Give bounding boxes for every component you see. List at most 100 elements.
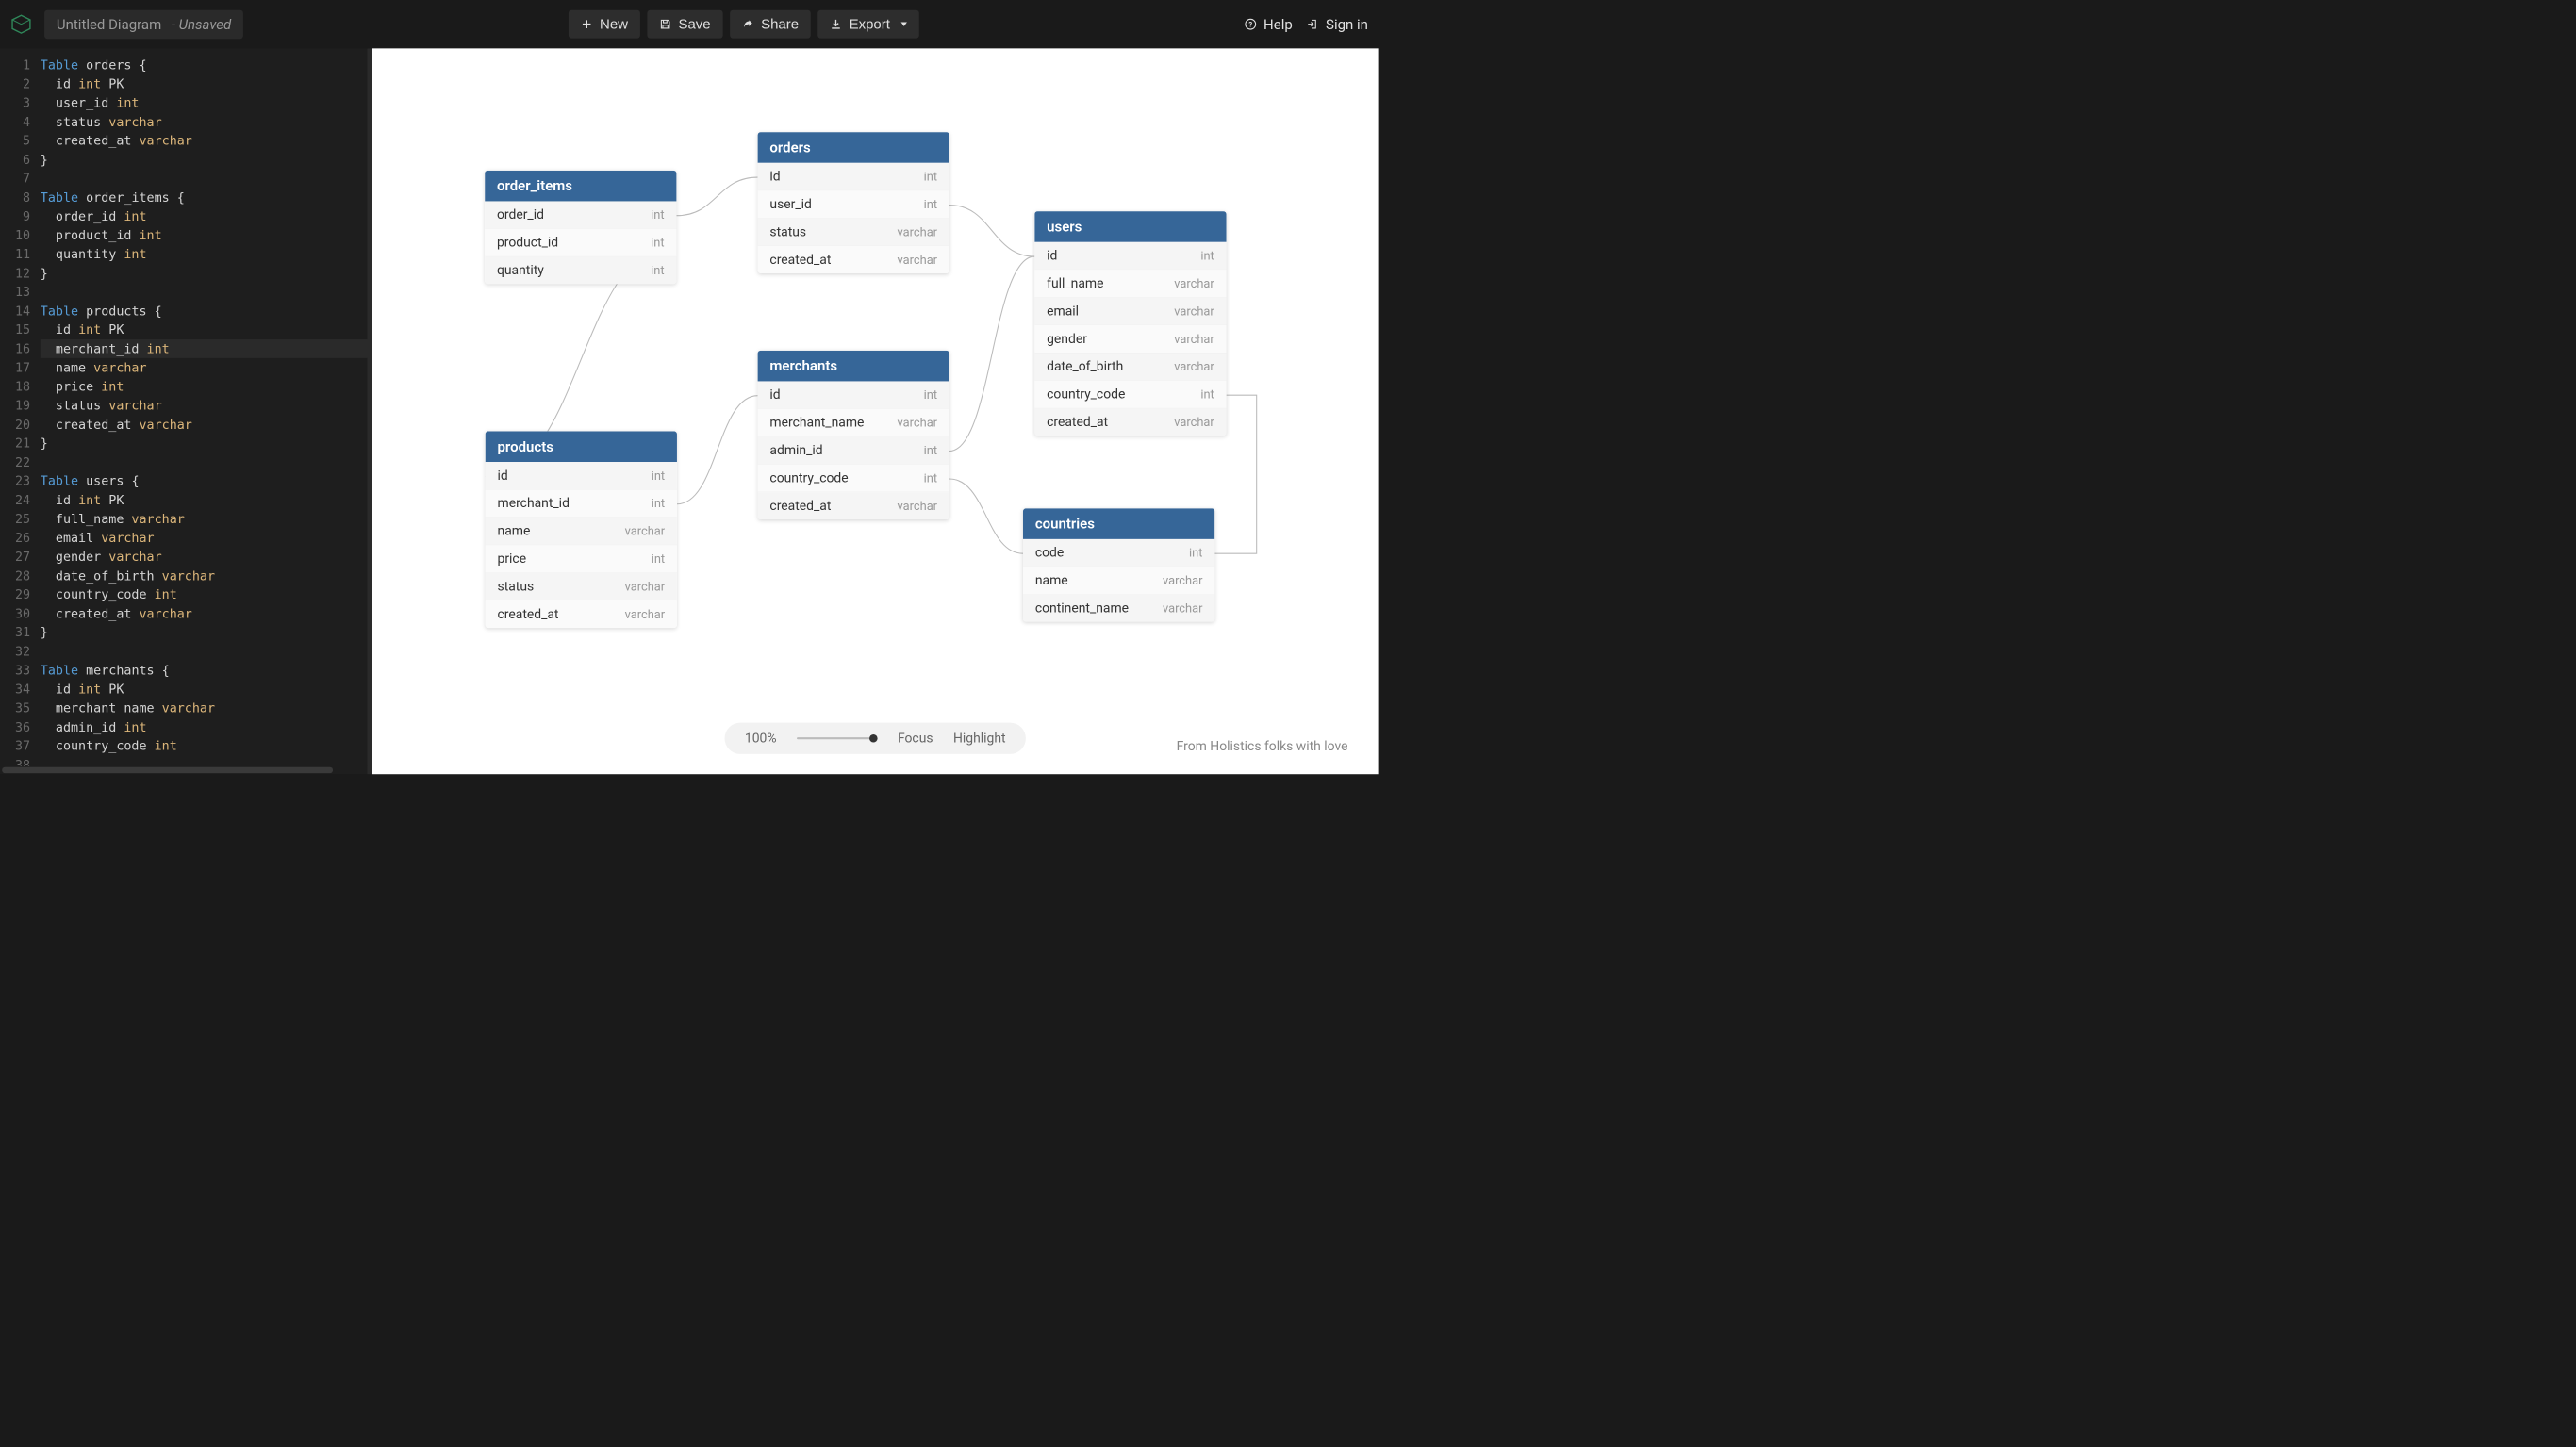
code-line[interactable]: Table orders { [41,56,372,74]
code-line[interactable] [41,283,372,302]
table-header[interactable]: users [1034,211,1226,242]
table-column-row[interactable]: full_namevarchar [1034,270,1226,297]
code-line[interactable]: country_code int [41,585,372,604]
code-line[interactable]: id int PK [41,490,372,509]
table-column-row[interactable]: codeint [1023,539,1214,567]
app-logo-icon[interactable] [10,13,33,36]
code-line[interactable]: price int [41,377,372,396]
table-column-row[interactable]: order_idint [485,201,676,228]
code-editor[interactable]: 1234567891011121314151617181920212223242… [0,48,372,774]
table-merchants[interactable]: merchantsidintmerchant_namevarcharadmin_… [758,351,949,519]
code-line[interactable]: Table users { [41,471,372,490]
share-button[interactable]: Share [730,10,811,39]
help-link[interactable]: ? Help [1245,16,1293,33]
code-line[interactable]: created_at varchar [41,604,372,623]
table-column-row[interactable]: date_of_birthvarchar [1034,354,1226,381]
table-column-row[interactable]: gendervarchar [1034,325,1226,353]
table-countries[interactable]: countriescodeintnamevarcharcontinent_nam… [1023,508,1214,621]
code-line[interactable]: merchant_id int [41,339,372,358]
gutter-line: 17 [0,358,30,377]
zoom-slider[interactable] [797,737,878,739]
table-column-row[interactable]: continent_namevarchar [1023,595,1214,622]
table-column-row[interactable]: product_idint [485,229,676,256]
table-header[interactable]: orders [758,132,949,163]
code-line[interactable]: email varchar [41,528,372,547]
code-line[interactable]: id int PK [41,74,372,93]
code-line[interactable] [41,452,372,471]
table-column-row[interactable]: country_codeint [758,465,949,492]
signin-link[interactable]: Sign in [1307,16,1368,33]
table-column-row[interactable]: idint [758,163,949,190]
code-line[interactable]: created_at varchar [41,131,372,150]
table-column-row[interactable]: user_idint [758,190,949,218]
table-column-row[interactable]: merchant_idint [486,489,677,517]
table-header[interactable]: products [486,431,677,462]
code-line[interactable]: } [41,150,372,169]
code-line[interactable] [41,642,372,661]
code-line[interactable]: status varchar [41,112,372,131]
code-line[interactable]: product_id int [41,225,372,244]
focus-toggle[interactable]: Focus [898,731,933,746]
table-column-row[interactable]: created_atvarchar [1034,408,1226,436]
code-line[interactable]: order_id int [41,206,372,225]
file-info[interactable]: Untitled Diagram - Unsaved [44,9,243,38]
code-line[interactable]: Table merchants { [41,661,372,680]
code-line[interactable]: full_name varchar [41,509,372,528]
table-column-row[interactable]: country_codeint [1034,381,1226,408]
export-button[interactable]: Export [817,10,919,39]
table-column-row[interactable]: statusvarchar [758,219,949,246]
code-line[interactable]: created_at varchar [41,415,372,434]
table-header[interactable]: order_items [485,171,676,202]
code-line[interactable]: quantity int [41,244,372,263]
code-line[interactable]: admin_id int [41,717,372,736]
table-column-row[interactable]: statusvarchar [486,573,677,600]
table-users[interactable]: usersidintfull_namevarcharemailvarcharge… [1034,211,1226,436]
table-column-row[interactable]: created_atvarchar [486,600,677,628]
code-line[interactable]: merchant_name varchar [41,699,372,717]
table-order_items[interactable]: order_itemsorder_idintproduct_idintquant… [485,171,676,284]
table-column-row[interactable]: created_atvarchar [758,246,949,273]
code-line[interactable]: status varchar [41,396,372,415]
table-column-row[interactable]: idint [758,381,949,408]
code-line[interactable]: name varchar [41,358,372,377]
code-line[interactable]: id int PK [41,680,372,699]
table-column-row[interactable]: merchant_namevarchar [758,409,949,436]
code-line[interactable]: Table products { [41,302,372,321]
code-line[interactable] [41,169,372,188]
table-column-row[interactable]: emailvarchar [1034,298,1226,325]
code-line[interactable]: user_id int [41,93,372,112]
table-column-row[interactable]: namevarchar [486,518,677,545]
table-column-row[interactable]: namevarchar [1023,567,1214,594]
code-line[interactable]: Table order_items { [41,188,372,206]
table-column-row[interactable]: priceint [486,545,677,572]
share-icon [742,18,754,30]
table-column-row[interactable]: idint [486,462,677,489]
table-header[interactable]: merchants [758,351,949,382]
highlight-toggle[interactable]: Highlight [953,731,1006,746]
editor-horizontal-scrollbar[interactable] [0,766,372,775]
column-name: merchant_id [498,496,570,511]
code-line[interactable]: country_code int [41,736,372,755]
gutter-line: 19 [0,396,30,415]
code-line[interactable]: } [41,434,372,452]
table-header[interactable]: countries [1023,508,1214,539]
table-column-row[interactable]: created_atvarchar [758,492,949,519]
zoom-slider-thumb[interactable] [869,734,878,743]
diagram-canvas[interactable]: order_itemsorder_idintproduct_idintquant… [372,48,1379,774]
code-line[interactable]: date_of_birth varchar [41,567,372,585]
table-products[interactable]: productsidintmerchant_idintnamevarcharpr… [486,431,677,628]
editor-code[interactable]: Table orders { id int PK user_id int sta… [41,48,372,774]
table-column-row[interactable]: quantityint [485,256,676,284]
table-column-row[interactable]: idint [1034,242,1226,270]
scrollbar-thumb[interactable] [2,767,333,773]
code-line[interactable]: } [41,623,372,642]
new-button-label: New [600,16,628,32]
save-button[interactable]: Save [647,10,722,39]
gutter-line: 5 [0,131,30,150]
code-line[interactable]: gender varchar [41,547,372,566]
new-button[interactable]: New [569,10,640,39]
code-line[interactable]: id int PK [41,321,372,339]
code-line[interactable]: } [41,264,372,283]
table-column-row[interactable]: admin_idint [758,436,949,464]
table-orders[interactable]: ordersidintuser_idintstatusvarcharcreate… [758,132,949,273]
